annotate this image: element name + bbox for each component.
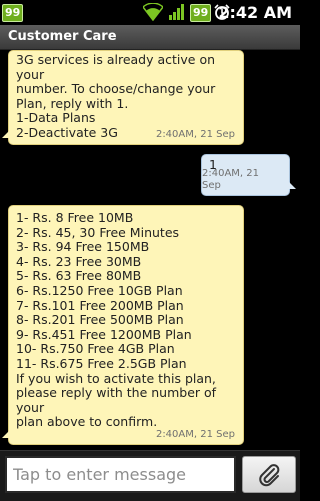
bubble-tail — [2, 430, 10, 438]
message-timestamp: 2:40AM, 21 Sep — [202, 168, 260, 191]
compose-bar — [0, 450, 300, 501]
message-text: 3G services is already active on your nu… — [16, 52, 216, 140]
incoming-message[interactable]: 1- Rs. 8 Free 10MB 2- Rs. 45, 30 Free Mi… — [2, 205, 244, 445]
paperclip-icon — [259, 464, 280, 487]
conversation-header: Customer Care — [0, 25, 300, 50]
attach-button[interactable] — [242, 456, 296, 493]
incoming-message[interactable]: 3G services is already active on your nu… — [2, 50, 244, 145]
conversation-title: Customer Care — [8, 29, 117, 44]
notification-badge: 99 — [2, 4, 24, 22]
wifi-icon — [143, 3, 163, 21]
bubble-tail — [288, 181, 296, 189]
message-timestamp: 2:40AM, 21 Sep — [155, 129, 235, 140]
message-input[interactable] — [5, 456, 236, 493]
bubble-tail — [2, 130, 10, 138]
status-clock: 2:42 AM — [218, 3, 292, 22]
status-bar: 99 99 2:42 AM — [0, 0, 300, 25]
message-text: 1- Rs. 8 Free 10MB 2- Rs. 45, 30 Free Mi… — [16, 210, 217, 430]
battery-icon: 99 — [190, 4, 212, 22]
message-timestamp: 2:40AM, 21 Sep — [155, 429, 235, 440]
signal-icon — [169, 4, 184, 20]
outgoing-message[interactable]: 1 2:40AM, 21 Sep — [201, 154, 296, 196]
message-list[interactable]: 3G services is already active on your nu… — [0, 50, 300, 450]
